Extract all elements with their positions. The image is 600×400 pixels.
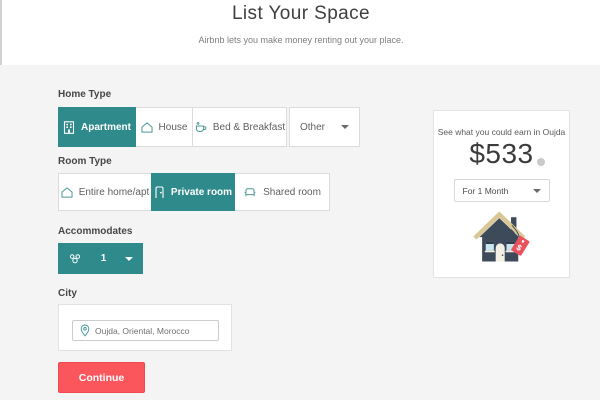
option-label: Bed & Breakfast bbox=[213, 122, 285, 133]
door-icon bbox=[154, 186, 165, 199]
room-type-entire-home-button[interactable]: Entire home/apt bbox=[58, 173, 152, 211]
accommodates-dropdown[interactable]: 1 bbox=[58, 243, 143, 274]
option-label: Shared room bbox=[263, 187, 321, 198]
period-value: For 1 Month bbox=[463, 186, 509, 196]
house-icon bbox=[61, 187, 73, 198]
home-type-label: Home Type bbox=[58, 89, 111, 100]
chevron-down-icon bbox=[341, 125, 349, 129]
chevron-down-icon bbox=[533, 189, 541, 193]
earnings-heading: See what you could earn in Oujda bbox=[434, 127, 569, 137]
room-type-shared-room-button[interactable]: Shared room bbox=[234, 173, 330, 211]
city-card bbox=[58, 304, 232, 351]
home-type-house-button[interactable]: House bbox=[135, 107, 193, 147]
sofa-icon bbox=[243, 187, 257, 198]
earnings-panel: See what you could earn in Oujda $533 Fo… bbox=[433, 110, 570, 278]
location-pin-icon bbox=[80, 324, 90, 337]
earnings-amount-row: $533 bbox=[469, 138, 533, 170]
house-price-tag-illustration: $ bbox=[434, 210, 569, 271]
house-icon bbox=[141, 122, 153, 133]
home-type-other-dropdown[interactable]: Other bbox=[289, 107, 360, 147]
room-type-options: Entire home/apt Private room Shared room bbox=[58, 173, 330, 211]
period-dropdown[interactable]: For 1 Month bbox=[454, 179, 550, 202]
accommodates-value: 1 bbox=[101, 253, 107, 264]
info-icon[interactable] bbox=[537, 158, 545, 166]
home-type-bed-breakfast-button[interactable]: Bed & Breakfast bbox=[192, 107, 287, 147]
accommodates-label: Accommodates bbox=[58, 226, 132, 237]
continue-button[interactable]: Continue bbox=[58, 362, 145, 393]
option-label: Other bbox=[300, 122, 325, 133]
earnings-amount: $533 bbox=[469, 138, 533, 169]
guests-icon bbox=[68, 253, 82, 265]
page-title: List Your Space bbox=[2, 0, 600, 25]
city-input[interactable] bbox=[95, 326, 211, 336]
home-type-apartment-button[interactable]: Apartment bbox=[58, 107, 136, 147]
room-type-private-room-button[interactable]: Private room bbox=[151, 173, 235, 211]
option-label: Private room bbox=[171, 187, 232, 198]
option-label: Apartment bbox=[81, 122, 131, 133]
coffee-cup-icon bbox=[194, 121, 207, 134]
city-label: City bbox=[58, 288, 77, 299]
page-header: List Your Space Airbnb lets you make mon… bbox=[0, 0, 600, 65]
home-type-options: Apartment House Bed & Breakfast Other bbox=[58, 107, 360, 147]
apartment-icon bbox=[63, 121, 75, 134]
chevron-down-icon bbox=[125, 257, 133, 261]
option-label: Entire home/apt bbox=[79, 187, 150, 198]
option-label: House bbox=[159, 122, 188, 133]
room-type-label: Room Type bbox=[58, 156, 112, 167]
page-subtitle: Airbnb lets you make money renting out y… bbox=[2, 35, 600, 45]
list-your-space-page: List Your Space Airbnb lets you make mon… bbox=[0, 0, 600, 400]
city-input-wrap bbox=[72, 320, 219, 341]
